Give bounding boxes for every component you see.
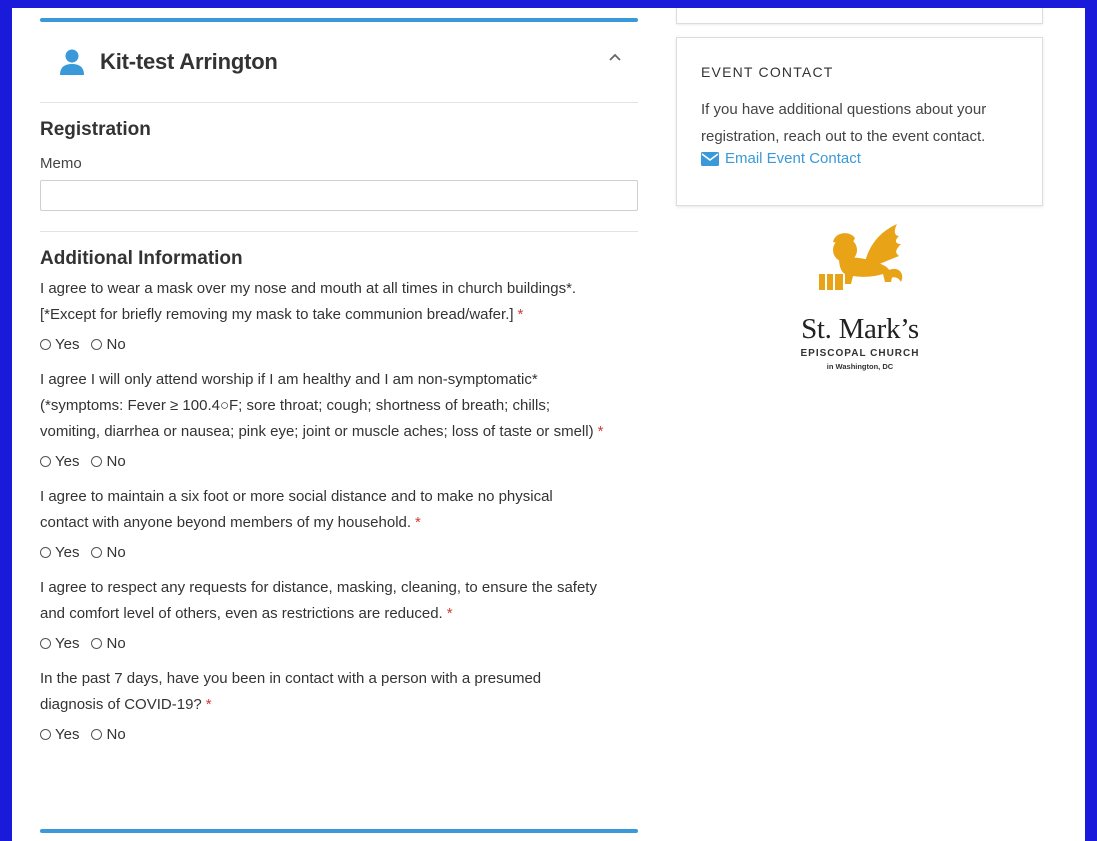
question-mask: I agree to wear a mask over my nose and … xyxy=(40,276,638,328)
person-icon xyxy=(58,48,86,76)
winged-lion-icon xyxy=(819,224,903,290)
radio-circle-icon[interactable] xyxy=(40,456,51,467)
church-logo: St. Mark’s EPISCOPAL CHURCH in Washingto… xyxy=(790,222,930,382)
registration-panel: Kit-test Arrington Registration Memo Add… xyxy=(40,18,638,841)
radio-circle-icon[interactable] xyxy=(91,456,103,467)
radio-no[interactable]: No xyxy=(91,635,126,652)
radio-group-distance: Yes No xyxy=(40,544,638,561)
question-respect: I agree to respect any requests for dist… xyxy=(40,575,638,627)
radio-yes[interactable]: Yes xyxy=(40,544,79,561)
required-marker: * xyxy=(597,423,604,440)
attendee-header[interactable]: Kit-test Arrington xyxy=(40,22,638,103)
radio-group-respect: Yes No xyxy=(40,635,638,652)
additional-information-title: Additional Information xyxy=(40,248,243,269)
question-line: [*Except for briefly removing my mask to… xyxy=(40,306,524,323)
radio-group-covid-contact: Yes No xyxy=(40,726,638,743)
radio-yes[interactable]: Yes xyxy=(40,726,79,743)
radio-no[interactable]: No xyxy=(91,726,126,743)
required-marker: * xyxy=(446,605,453,622)
radio-no[interactable]: No xyxy=(91,336,126,353)
required-marker: * xyxy=(205,696,212,713)
question-line: contact with anyone beyond members of my… xyxy=(40,514,421,531)
registration-section: Registration Memo xyxy=(40,103,638,211)
email-event-contact-link[interactable]: Email Event Contact xyxy=(701,150,1018,167)
logo-subtitle: EPISCOPAL CHURCH xyxy=(800,348,920,359)
radio-circle-icon[interactable] xyxy=(40,339,51,350)
event-contact-title: EVENT CONTACT xyxy=(701,64,834,80)
envelope-icon xyxy=(701,151,719,166)
question-line: In the past 7 days, have you been in con… xyxy=(40,670,542,687)
event-contact-line: registration, reach out to the event con… xyxy=(701,128,986,145)
registration-title: Registration xyxy=(40,119,151,140)
question-covid-contact: In the past 7 days, have you been in con… xyxy=(40,666,638,718)
question-line: I agree to respect any requests for dist… xyxy=(40,579,597,596)
radio-circle-icon[interactable] xyxy=(40,547,51,558)
next-panel-accent xyxy=(40,829,638,833)
additional-information-section: Additional Information I agree to wear a… xyxy=(40,232,638,743)
attendee-name: Kit-test Arrington xyxy=(100,49,278,74)
radio-circle-icon[interactable] xyxy=(91,729,103,740)
radio-circle-icon[interactable] xyxy=(40,729,51,740)
question-line: I agree I will only attend worship if I … xyxy=(40,371,538,388)
radio-group-health: Yes No xyxy=(40,453,638,470)
logo-name: St. Mark’s xyxy=(801,313,919,345)
sidebar-card-top xyxy=(676,0,1043,24)
memo-label: Memo xyxy=(40,155,82,172)
event-contact-card: EVENT CONTACT If you have additional que… xyxy=(676,37,1043,206)
radio-yes[interactable]: Yes xyxy=(40,635,79,652)
radio-no[interactable]: No xyxy=(91,453,126,470)
required-marker: * xyxy=(517,306,524,323)
radio-no[interactable]: No xyxy=(91,544,126,561)
radio-circle-icon[interactable] xyxy=(91,547,103,558)
question-line: (*symptoms: Fever ≥ 100.4○F; sore throat… xyxy=(40,397,551,414)
required-marker: * xyxy=(415,514,421,531)
question-health: I agree I will only attend worship if I … xyxy=(40,367,638,445)
chevron-up-icon[interactable] xyxy=(608,50,622,64)
radio-yes[interactable]: Yes xyxy=(40,336,79,353)
event-contact-line: If you have additional questions about y… xyxy=(701,101,987,118)
radio-circle-icon[interactable] xyxy=(40,638,51,649)
radio-group-mask: Yes No xyxy=(40,336,638,353)
question-line: I agree to maintain a six foot or more s… xyxy=(40,488,553,505)
event-contact-description: If you have additional questions about y… xyxy=(701,96,1018,150)
memo-input[interactable] xyxy=(40,180,638,211)
radio-circle-icon[interactable] xyxy=(91,638,103,649)
question-line: I agree to wear a mask over my nose and … xyxy=(40,280,577,297)
question-line: diagnosis of COVID-19? * xyxy=(40,696,212,713)
question-line: and comfort level of others, even as res… xyxy=(40,605,453,622)
question-distance: I agree to maintain a six foot or more s… xyxy=(40,484,638,536)
radio-yes[interactable]: Yes xyxy=(40,453,79,470)
logo-location: in Washington, DC xyxy=(826,362,894,371)
question-line: vomiting, diarrhea or nausea; pink eye; … xyxy=(40,423,604,440)
radio-circle-icon[interactable] xyxy=(91,339,103,350)
